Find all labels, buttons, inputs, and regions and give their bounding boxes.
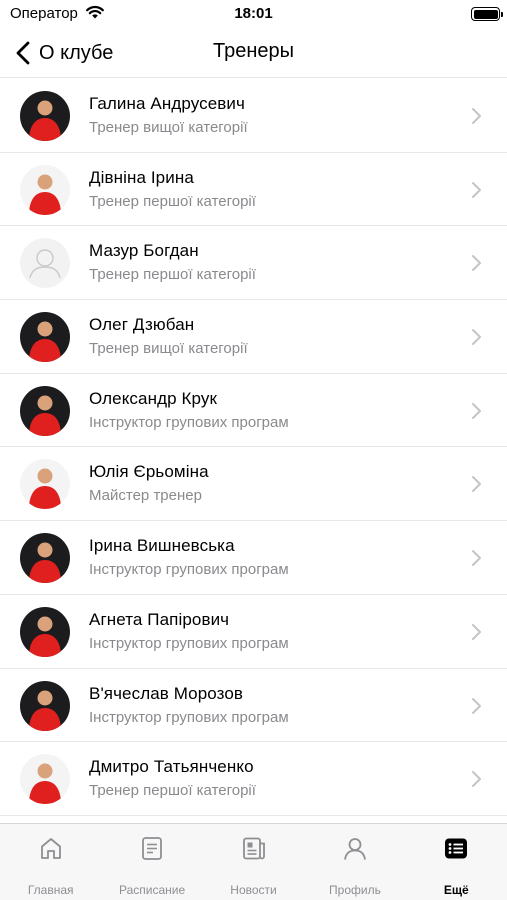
tab-label: Новости xyxy=(230,883,277,897)
tab-label: Профиль xyxy=(329,883,381,897)
trainer-role: Інструктор групових програм xyxy=(89,413,289,431)
trainer-role: Інструктор групових програм xyxy=(89,708,289,726)
profile-icon xyxy=(342,836,368,867)
trainer-name: Мазур Богдан xyxy=(89,241,199,261)
trainer-avatar xyxy=(20,91,70,141)
trainer-row[interactable]: Юлія Єрьоміна Майстер тренер xyxy=(0,447,507,522)
trainer-avatar xyxy=(20,533,70,584)
trainer-role: Тренер першої категорії xyxy=(89,192,256,210)
tab-label: Главная xyxy=(27,883,74,897)
tab-label: Расписание xyxy=(119,883,186,897)
chevron-right-icon xyxy=(472,697,481,714)
trainer-role: Тренер вищої категорії xyxy=(89,340,248,358)
chevron-right-icon xyxy=(472,771,481,788)
trainer-row[interactable]: Мазур Богдан Тренер першої категорії xyxy=(0,226,507,301)
trainer-avatar xyxy=(20,606,70,657)
chevron-right-icon xyxy=(472,623,481,640)
trainer-name: Олександр Крук xyxy=(89,388,217,408)
battery-icon xyxy=(471,7,503,21)
trainer-role: Тренер вищої категорії xyxy=(89,119,248,136)
trainer-name: В'ячеслав Морозов xyxy=(89,683,244,703)
avatar-placeholder-icon xyxy=(20,238,70,289)
trainer-row[interactable]: Ірина Вишневська Інструктор групових прог… xyxy=(0,521,507,595)
trainer-role: Тренер першої категорії xyxy=(89,782,256,800)
trainer-row[interactable]: Галина Андрусевич Тренер вищої категорії xyxy=(0,79,507,153)
chevron-right-icon xyxy=(472,181,481,198)
tab-bar: Главная Расписание Новости Профиль Ещё xyxy=(0,823,507,900)
tab-profile[interactable]: Профиль xyxy=(304,824,405,900)
trainer-name: Дмитро Татьянченко xyxy=(89,757,254,777)
trainer-avatar xyxy=(20,164,70,215)
trainer-role: Майстер тренер xyxy=(89,487,202,505)
trainer-name: Дівніна Ірина xyxy=(89,167,194,187)
trainer-avatar xyxy=(20,459,70,510)
schedule-icon xyxy=(139,836,165,867)
tab-label: Ещё xyxy=(443,883,469,897)
clock: 18:01 xyxy=(234,5,273,22)
trainer-row[interactable]: Агнета Папірович Інструктор групових прог… xyxy=(0,595,507,669)
chevron-right-icon xyxy=(472,255,481,272)
trainer-name: Ірина Вишневська xyxy=(89,536,235,556)
trainer-row[interactable]: Дівніна Ірина Тренер першої категорії xyxy=(0,153,507,227)
trainer-list[interactable]: Галина Андрусевич Тренер вищої категорії Д… xyxy=(0,79,507,823)
chevron-right-icon xyxy=(472,329,481,346)
news-icon xyxy=(241,836,267,867)
trainer-role: Інструктор групових програм xyxy=(89,634,289,652)
home-icon xyxy=(38,836,64,867)
tab-more[interactable]: Ещё xyxy=(406,824,507,900)
trainer-avatar xyxy=(20,680,70,731)
trainer-row[interactable]: В'ячеслав Морозов Інструктор групових про… xyxy=(0,669,507,743)
trainer-row[interactable]: Журавльова Олеся xyxy=(0,816,507,823)
trainer-row[interactable]: Дмитро Татьянченко Тренер першої категорі… xyxy=(0,742,507,816)
trainer-name: Агнета Папірович xyxy=(89,609,230,629)
chevron-right-icon xyxy=(472,476,481,493)
trainer-role: Тренер першої категорії xyxy=(89,266,256,284)
more-icon xyxy=(443,836,469,867)
trainer-name: Юлія Єрьоміна xyxy=(89,462,209,482)
trainer-row[interactable]: Олег Дзюбан Тренер вищої категорії xyxy=(0,300,507,374)
chevron-right-icon xyxy=(472,550,481,567)
page-title: Тренеры xyxy=(212,40,294,62)
trainer-avatar xyxy=(20,312,70,363)
trainer-avatar xyxy=(20,754,70,805)
trainer-row[interactable]: Олександр Крук Інструктор групових програ… xyxy=(0,374,507,448)
trainer-name: Олег Дзюбан xyxy=(89,315,195,335)
trainer-role: Інструктор групових програм xyxy=(89,561,289,579)
tab-home[interactable]: Главная xyxy=(0,824,101,900)
trainer-name: Галина Андрусевич xyxy=(89,94,245,113)
tab-news[interactable]: Новости xyxy=(203,824,304,900)
navigation-bar: О клубе Тренеры xyxy=(0,28,507,78)
chevron-right-icon xyxy=(472,402,481,419)
chevron-right-icon xyxy=(472,108,481,124)
status-bar: Оператор 18:01 xyxy=(0,0,507,28)
tab-schedule[interactable]: Расписание xyxy=(101,824,202,900)
trainer-avatar xyxy=(20,385,70,436)
